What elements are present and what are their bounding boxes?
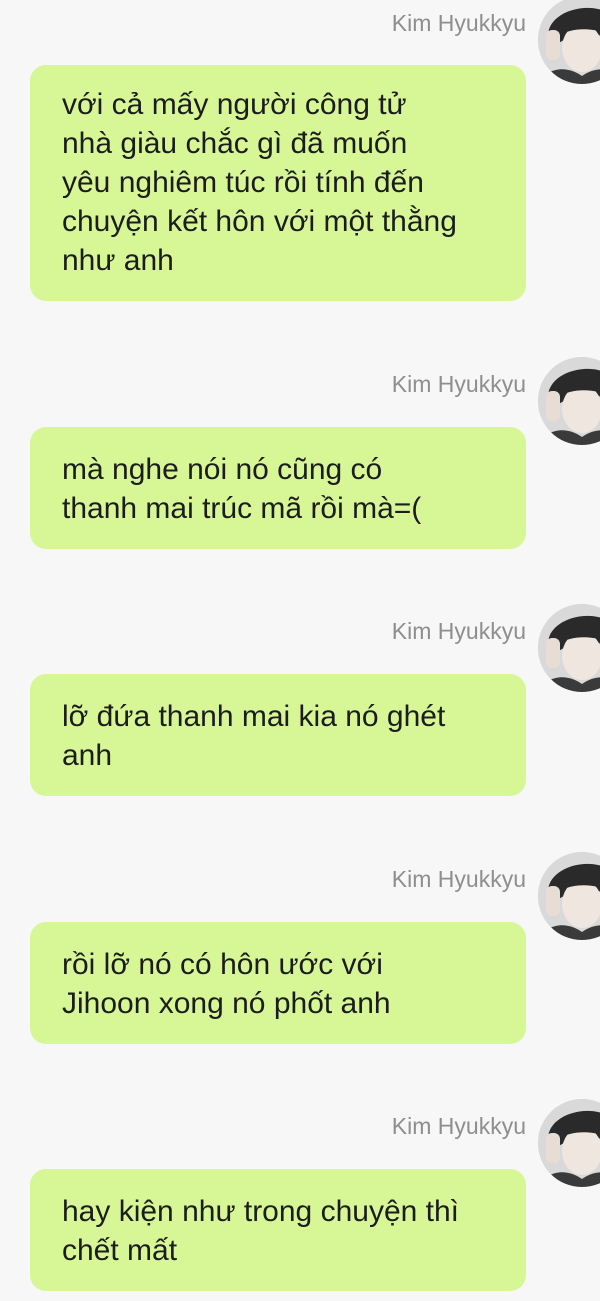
sender-name: Kim Hyukkyu — [391, 866, 526, 892]
chat-thread[interactable]: Kim Hyukkyu với cả mấy người công tử nhà… — [0, 0, 600, 1301]
sender-name: Kim Hyukkyu — [391, 371, 526, 397]
user-avatar-icon[interactable] — [538, 852, 600, 940]
message-text-line: lỡ đứa thanh mai kia nó ghét — [62, 700, 446, 733]
user-avatar-icon[interactable] — [538, 604, 600, 692]
message-text-line: nhà giàu chắc gì đã muốn — [62, 127, 408, 160]
message-text-line: với cả mấy người công tử — [62, 88, 407, 121]
sender-name: Kim Hyukkyu — [391, 618, 526, 644]
message-text-line: chết mất — [62, 1234, 178, 1267]
message-bubble[interactable]: mà nghe nói nó cũng có thanh mai trúc mã… — [30, 427, 526, 549]
message-bubble[interactable]: hay kiện như trong chuyện thì chết mất — [30, 1169, 526, 1291]
message-text-line: rồi lỡ nó có hôn ước với — [62, 948, 383, 981]
message-text-line: mà nghe nói nó cũng có — [62, 453, 383, 486]
sender-name: Kim Hyukkyu — [391, 10, 526, 36]
message-text-line: thanh mai trúc mã rồi mà=( — [62, 492, 422, 525]
message-bubble[interactable]: rồi lỡ nó có hôn ước với Jihoon xong nó … — [30, 922, 526, 1044]
message-bubble[interactable]: với cả mấy người công tử nhà giàu chắc g… — [30, 65, 526, 301]
message-bubble[interactable]: lỡ đứa thanh mai kia nó ghét anh — [30, 674, 526, 796]
user-avatar-icon[interactable] — [538, 1099, 600, 1187]
message-text-line: như anh — [62, 244, 174, 277]
message-text-line: anh — [62, 739, 113, 772]
message-text-line: hay kiện như trong chuyện thì — [62, 1195, 460, 1228]
user-avatar-icon[interactable] — [538, 0, 600, 84]
sender-name: Kim Hyukkyu — [391, 1113, 526, 1139]
message-text-line: yêu nghiêm túc rồi tính đến — [62, 166, 424, 199]
message-text-line: Jihoon xong nó phốt anh — [62, 987, 391, 1020]
user-avatar-icon[interactable] — [538, 357, 600, 445]
message-text-line: chuyện kết hôn với một thằng — [62, 205, 457, 238]
